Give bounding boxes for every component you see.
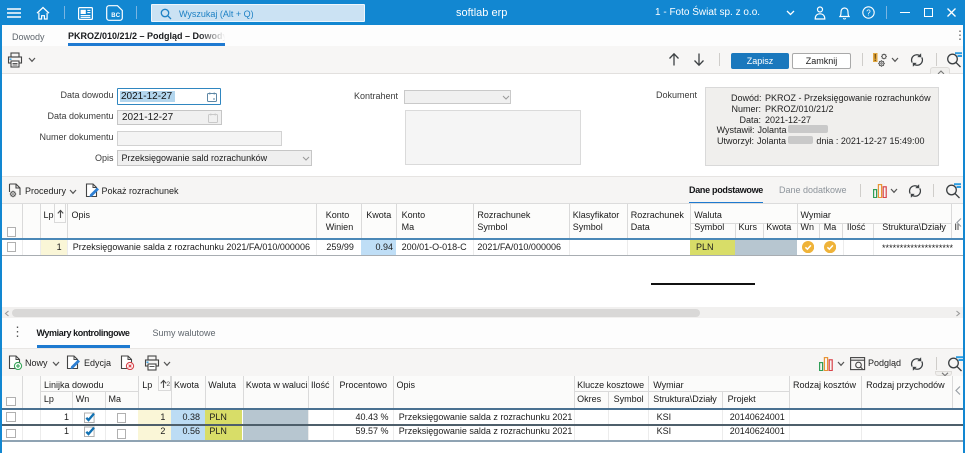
- svg-text:!: !: [874, 53, 877, 64]
- svg-text:BC: BC: [111, 13, 121, 19]
- svg-text:?: ?: [866, 8, 871, 17]
